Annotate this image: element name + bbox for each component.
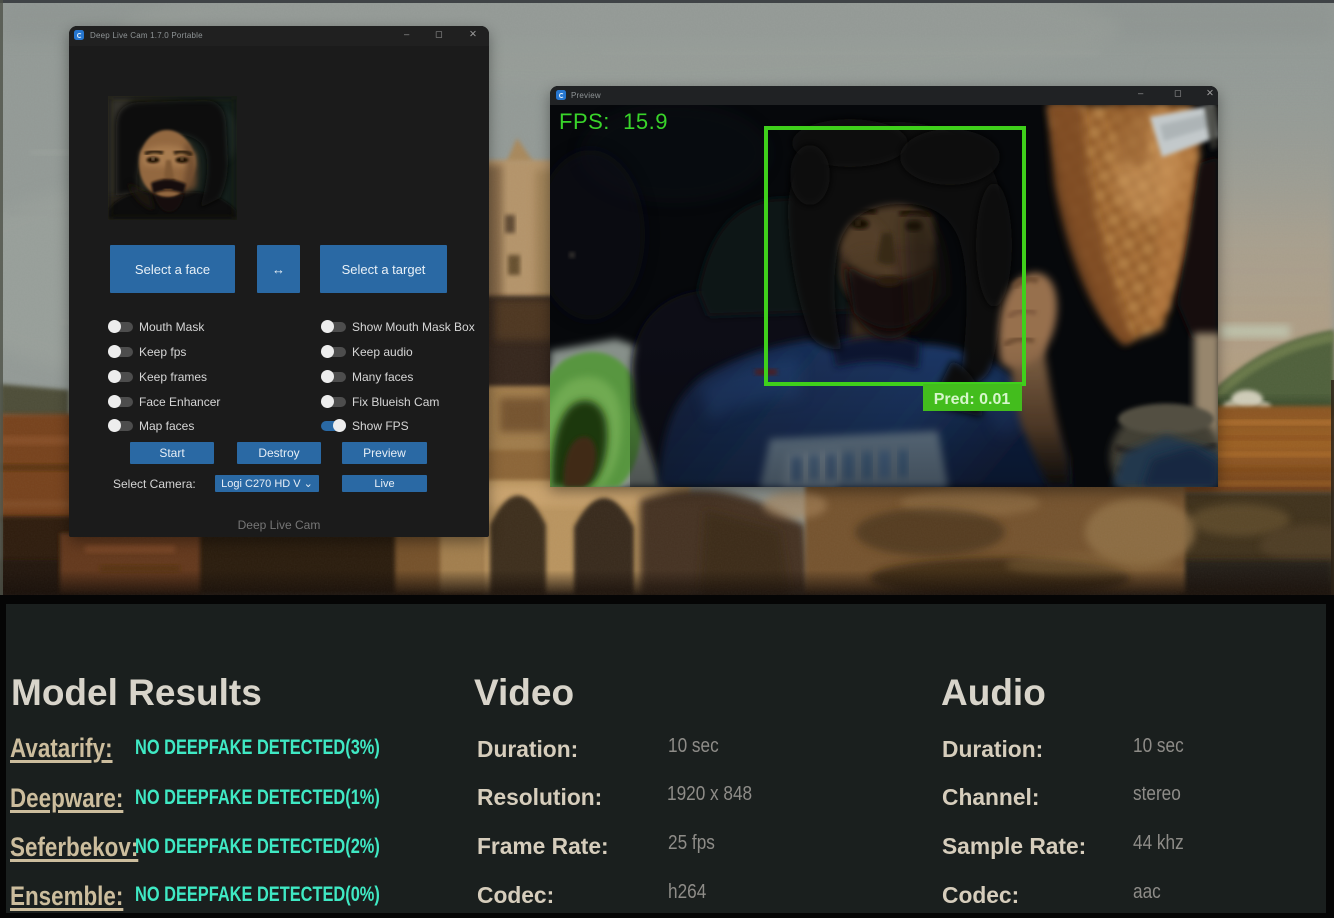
svg-text:Pred: 0.01: Pred: 0.01 xyxy=(934,391,1011,408)
svg-text:FPS: 15.9: FPS: 15.9 xyxy=(559,109,668,134)
